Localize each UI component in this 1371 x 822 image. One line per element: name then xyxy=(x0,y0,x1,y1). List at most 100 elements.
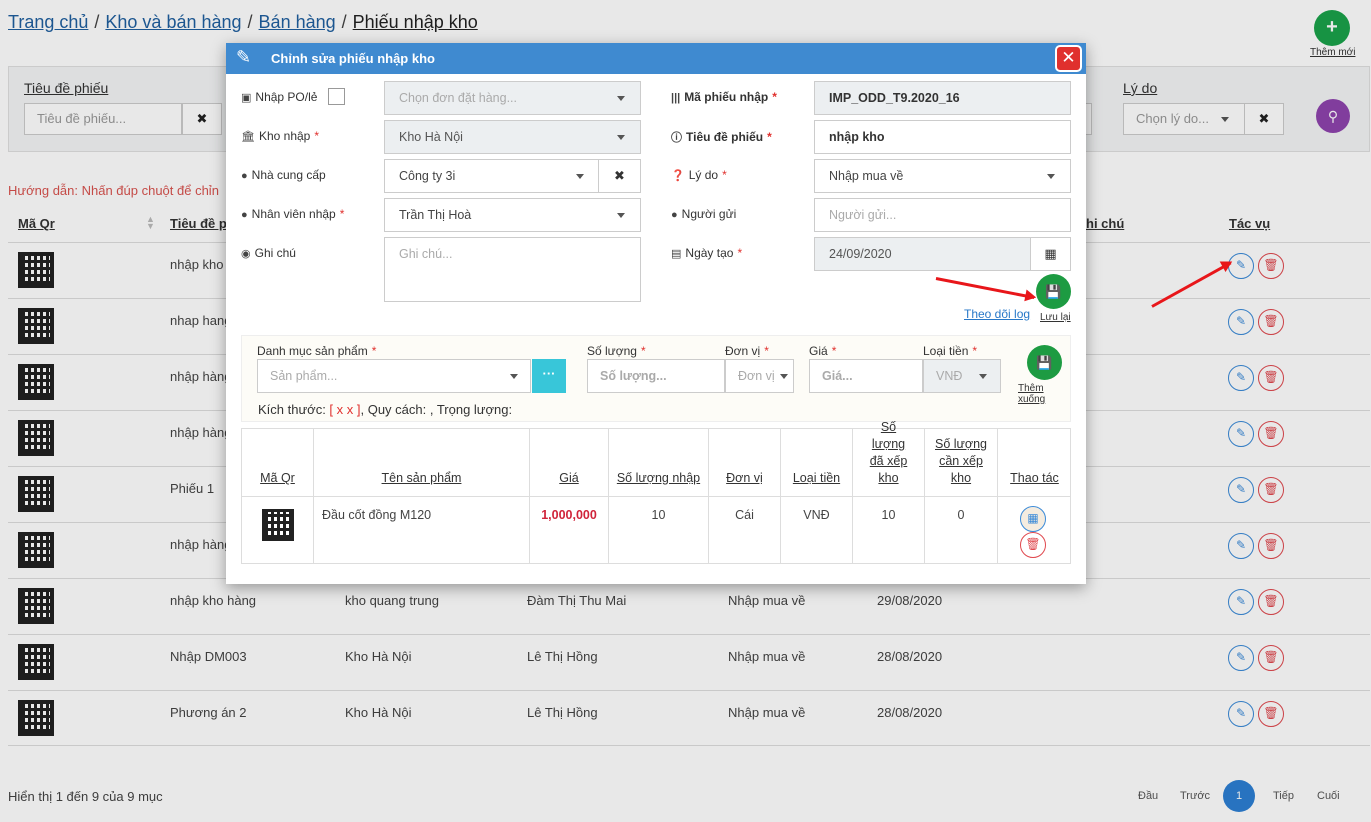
date-label-text: Ngày tạo xyxy=(685,246,734,260)
product-price: 1,000,000 xyxy=(530,497,609,564)
currency-select[interactable]: VNĐ xyxy=(923,359,1001,393)
reason-label: ❓ Lý do * xyxy=(671,168,727,182)
product-column-stocked[interactable]: Số lượng đã xếp kho xyxy=(853,420,925,497)
reason-label-text: Lý do xyxy=(688,168,719,182)
supplier-select[interactable]: Công ty 3i xyxy=(384,159,599,193)
calendar-icon: ▤ xyxy=(671,248,682,260)
product-column-qty[interactable]: Số lượng nhập xyxy=(609,429,709,497)
dims-prefix: Kích thước: xyxy=(258,402,330,417)
note-textarea[interactable]: Ghi chú... xyxy=(384,237,641,302)
po-label: ▣ Nhập PO/lẻ xyxy=(241,90,317,104)
note-label-text: Ghi chú xyxy=(254,246,296,260)
user-icon: ● xyxy=(241,209,248,221)
info-icon: ⓘ xyxy=(671,132,682,144)
currency-label: Loại tiền * xyxy=(923,344,977,358)
sender-input[interactable]: Người gửi... xyxy=(814,198,1071,232)
add-product-button[interactable]: 💾 xyxy=(1027,345,1062,380)
category-label-text: Danh mục sản phẩm xyxy=(257,344,368,358)
trash-icon: 🗑 xyxy=(1025,537,1041,551)
supplier-label-text: Nhà cung cấp xyxy=(251,168,326,182)
chevron-down-icon xyxy=(979,374,987,379)
user-icon: ● xyxy=(671,209,678,221)
product-name: Đầu cốt đồng M120 xyxy=(314,497,530,564)
title-label-text: Tiêu đề phiếu xyxy=(686,130,764,144)
date-input[interactable]: 24/09/2020 xyxy=(814,237,1031,271)
ellipsis-icon: ··· xyxy=(542,366,556,381)
product-select[interactable]: Sản phẩm... xyxy=(257,359,531,393)
product-to-stock: 0 xyxy=(925,497,998,564)
view-log-link[interactable]: Theo dõi log xyxy=(964,307,1030,321)
price-label-text: Giá xyxy=(809,344,828,358)
product-column-to-stock[interactable]: Số lượng cần xếp kho xyxy=(925,429,998,497)
delete-product-button[interactable]: 🗑 xyxy=(1020,532,1046,558)
calendar-button[interactable]: ▦ xyxy=(1030,237,1071,271)
stock-arrange-button[interactable]: ▦ xyxy=(1020,506,1046,532)
required-mark: * xyxy=(314,129,320,143)
modal-close-button[interactable]: ✕ xyxy=(1055,45,1082,72)
required-mark: * xyxy=(737,246,743,260)
required-mark: * xyxy=(722,168,727,182)
supplier-clear-button[interactable]: ✖ xyxy=(598,159,641,193)
close-icon: ✖ xyxy=(614,168,625,183)
chevron-down-icon xyxy=(576,174,584,179)
more-options-button[interactable]: ··· xyxy=(532,359,566,393)
product-column-qr[interactable]: Mã Qr xyxy=(242,429,314,497)
warehouse-label: 🏛 Kho nhập * xyxy=(241,129,319,143)
product-table: Mã Qr Tên sản phẩm Giá Số lượng nhập Đơn… xyxy=(241,420,1071,564)
product-unit: Cái xyxy=(709,497,781,564)
qty-label-text: Số lượng xyxy=(587,344,637,358)
note-label: ◉ Ghi chú xyxy=(241,246,296,260)
sender-label: ● Người gửi xyxy=(671,207,736,221)
receipt-code-label-text: Mã phiếu nhập xyxy=(684,90,769,104)
add-product-label[interactable]: Thêm xuống xyxy=(1018,383,1070,405)
qty-label: Số lượng * xyxy=(587,344,646,358)
required-mark: * xyxy=(831,344,837,358)
close-icon: ✕ xyxy=(1061,48,1076,67)
product-column-actions: Thao tác xyxy=(998,429,1071,497)
currency-label-text: Loại tiền xyxy=(923,344,969,358)
cube-icon: ▣ xyxy=(241,92,252,104)
warehouse-select[interactable]: Kho Hà Nội xyxy=(384,120,641,154)
chevron-down-icon xyxy=(617,96,625,101)
user-icon: ● xyxy=(241,170,248,182)
product-stocked: 10 xyxy=(853,497,925,564)
calendar-icon: ▦ xyxy=(1044,246,1057,261)
staff-select[interactable]: Trần Thị Hoà xyxy=(384,198,641,232)
warehouse-label-text: Kho nhập xyxy=(258,129,311,143)
po-checkbox[interactable] xyxy=(328,88,345,105)
unit-label-text: Đơn vị xyxy=(725,344,761,358)
price-input[interactable]: Giá... xyxy=(809,359,923,393)
chevron-down-icon xyxy=(617,135,625,140)
product-qr-cell xyxy=(242,497,314,564)
qr-code-image xyxy=(262,509,294,541)
staff-label: ● Nhân viên nhập * xyxy=(241,207,344,221)
po-label-text: Nhập PO/lẻ xyxy=(255,90,318,104)
save-button[interactable]: 💾 xyxy=(1036,274,1071,309)
required-mark: * xyxy=(371,344,377,358)
chevron-down-icon xyxy=(617,213,625,218)
modal-title: Chỉnh sửa phiếu nhập kho xyxy=(271,51,435,66)
product-dimensions: Kích thước: [ x x ], Quy cách: , Trọng l… xyxy=(258,402,512,417)
floppy-disk-icon: 💾 xyxy=(1045,284,1062,299)
qty-input[interactable]: Số lượng... xyxy=(587,359,725,393)
unit-label: Đơn vị * xyxy=(725,344,769,358)
product-column-name[interactable]: Tên sản phẩm xyxy=(314,429,530,497)
edit-receipt-modal: ✎ Chỉnh sửa phiếu nhập kho ✕ ▣ Nhập PO/lẻ… xyxy=(226,43,1086,584)
sender-label-text: Người gửi xyxy=(681,207,737,221)
product-currency: VNĐ xyxy=(781,497,853,564)
reason-select[interactable]: Nhập mua về xyxy=(814,159,1071,193)
product-column-currency[interactable]: Loại tiền xyxy=(781,429,853,497)
save-label[interactable]: Lưu lại xyxy=(1040,312,1071,323)
product-form: Danh mục sản phẩm * Sản phẩm... ··· Số lư… xyxy=(241,335,1071,422)
product-column-price[interactable]: Giá xyxy=(530,429,609,497)
comment-icon: ◉ xyxy=(241,248,251,260)
required-mark: * xyxy=(339,207,345,221)
product-column-unit[interactable]: Đơn vị xyxy=(709,429,781,497)
price-label: Giá * xyxy=(809,344,836,358)
required-mark: * xyxy=(764,344,769,358)
title-input[interactable]: nhập kho xyxy=(814,120,1071,154)
order-select[interactable]: Chọn đơn đặt hàng... xyxy=(384,81,641,115)
required-mark: * xyxy=(767,130,772,144)
boxes-icon: ▦ xyxy=(1027,511,1039,525)
title-label: ⓘ Tiêu đề phiếu * xyxy=(671,129,772,145)
